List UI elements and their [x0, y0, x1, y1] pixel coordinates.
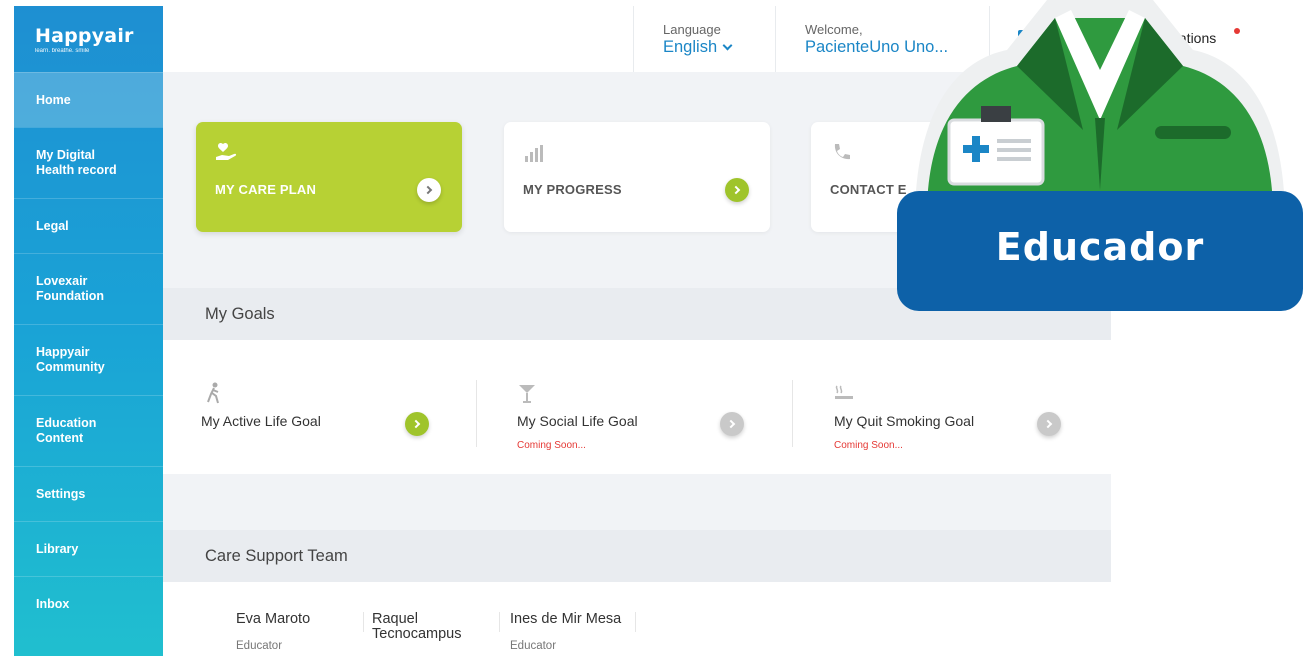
educator-avatar-icon [915, 0, 1285, 220]
card-label: MY PROGRESS [523, 182, 622, 197]
brand-name: Happyair [35, 24, 134, 47]
educator-label: Educador [897, 191, 1303, 311]
goal-arrow-button[interactable] [720, 412, 744, 436]
language-label: Language [663, 22, 721, 37]
goal-label: My Active Life Goal [201, 413, 321, 429]
chevron-down-icon [722, 40, 733, 51]
goal-quit-smoking[interactable]: My Quit Smoking Goal Coming Soon... [793, 340, 1111, 474]
heart-hand-icon [216, 142, 237, 160]
sidebar-item-home[interactable]: Home [14, 72, 163, 127]
divider [363, 612, 364, 632]
sidebar-item-foundation[interactable]: Lovexair Foundation [14, 253, 163, 324]
team-member-name[interactable]: Raquel Tecnocampus [372, 612, 492, 642]
sidebar-item-label: Happyair Community [36, 345, 105, 374]
educator-badge: Educador [897, 0, 1303, 311]
chevron-right-icon [726, 419, 736, 429]
sidebar-item-label: Lovexair Foundation [36, 274, 105, 303]
card-arrow-button[interactable] [417, 178, 441, 202]
brand-tagline: learn. breathe. smile [35, 47, 90, 54]
team-section-header: Care Support Team [163, 530, 1111, 582]
goal-social-life[interactable]: My Social Life Goal Coming Soon... [477, 340, 792, 474]
sidebar-item-label: Home [36, 92, 71, 107]
card-my-progress[interactable]: MY PROGRESS [504, 122, 770, 232]
goal-status: Coming Soon... [517, 440, 586, 451]
sidebar-item-settings[interactable]: Settings [14, 466, 163, 521]
sidebar-item-inbox[interactable]: Inbox [14, 576, 163, 631]
section-title: Care Support Team [205, 546, 348, 565]
sidebar: Happyair learn. breathe. smile Home My D… [14, 6, 163, 656]
sidebar-item-label: Library [36, 541, 79, 556]
goal-label: My Quit Smoking Goal [834, 413, 975, 429]
team-member-role: Educator [236, 640, 283, 652]
sidebar-item-health-record[interactable]: My Digital Health record [14, 127, 163, 198]
chevron-right-icon [1043, 419, 1053, 429]
cigarette-icon [835, 385, 853, 399]
sidebar-item-label: My Digital Health record [36, 148, 117, 177]
chevron-right-icon [731, 185, 741, 195]
chevron-right-icon [423, 185, 433, 195]
sidebar-item-education[interactable]: Education Content [14, 395, 163, 466]
goal-active-life[interactable]: My Active Life Goal [163, 340, 476, 474]
sidebar-item-community[interactable]: Happyair Community [14, 324, 163, 395]
app-root: Happyair learn. breathe. smile Home My D… [0, 0, 1303, 656]
divider [635, 612, 636, 632]
sidebar-item-label: Legal [36, 218, 69, 233]
divider [499, 612, 500, 632]
cocktail-icon [519, 385, 535, 403]
sidebar-item-label: Inbox [36, 596, 70, 611]
team-member-name[interactable]: Ines de Mir Mesa [510, 612, 621, 627]
card-arrow-button[interactable] [725, 178, 749, 202]
sidebar-item-library[interactable]: Library [14, 521, 163, 576]
goal-arrow-button[interactable] [1037, 412, 1061, 436]
walking-person-icon [207, 382, 219, 404]
sidebar-item-label: Settings [36, 486, 86, 501]
goal-status: Coming Soon... [834, 440, 903, 451]
section-title: My Goals [205, 304, 275, 323]
language-selector[interactable]: Language English [633, 6, 775, 72]
card-label: MY CARE PLAN [215, 182, 317, 197]
goal-arrow-button[interactable] [405, 412, 429, 436]
phone-icon [834, 144, 850, 160]
bar-chart-icon [525, 145, 543, 162]
language-value: English [663, 38, 718, 56]
sidebar-item-legal[interactable]: Legal [14, 198, 163, 253]
goal-label: My Social Life Goal [517, 413, 638, 429]
team-member-role: Educator [510, 640, 557, 652]
chevron-right-icon [411, 419, 421, 429]
goals-section: My Active Life Goal My Social Life Goal … [163, 340, 1111, 474]
team-section: Eva Maroto Educator Raquel Tecnocampus I… [163, 582, 1111, 656]
card-my-care-plan[interactable]: MY CARE PLAN [196, 122, 462, 232]
brand-logo[interactable]: Happyair learn. breathe. smile [14, 6, 163, 72]
sidebar-item-label: Education Content [36, 416, 97, 445]
card-label: CONTACT E [830, 182, 907, 197]
team-member-name[interactable]: Eva Maroto [236, 612, 310, 627]
